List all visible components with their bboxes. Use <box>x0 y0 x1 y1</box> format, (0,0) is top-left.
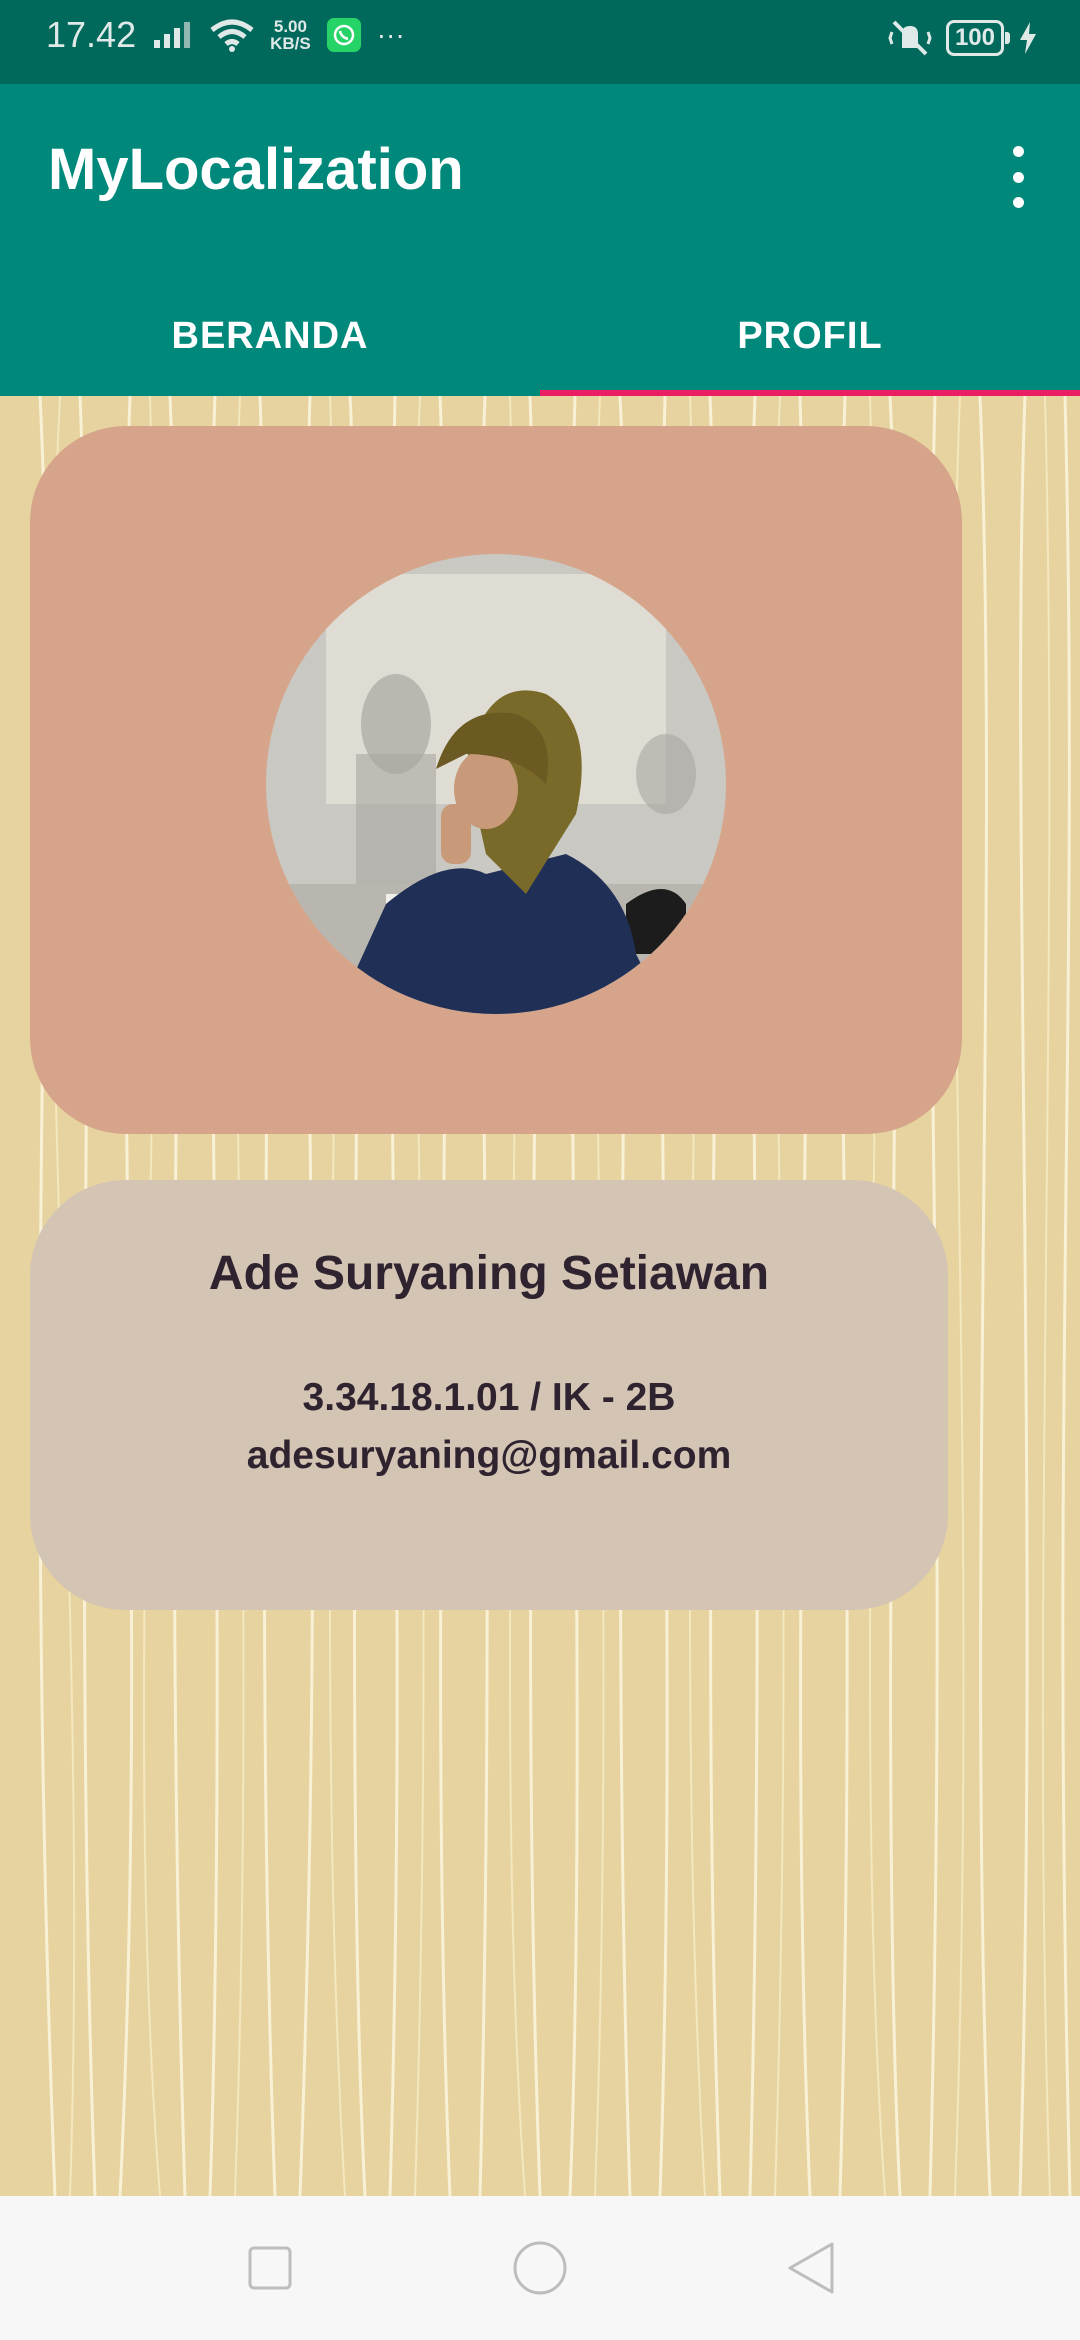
profile-info-card: Ade Suryaning Setiawan 3.34.18.1.01 / IK… <box>30 1180 948 1610</box>
tab-bar: BERANDA PROFIL <box>0 276 1080 396</box>
profile-nim-class: 3.34.18.1.01 / IK - 2B <box>302 1376 676 1419</box>
tab-profil[interactable]: PROFIL <box>540 276 1080 396</box>
signal-icon <box>154 22 191 48</box>
status-right: 100 <box>888 18 1038 58</box>
vibrate-mute-icon <box>888 20 932 56</box>
status-bar: 17.42 5.00 KB/S ··· 100 <box>0 0 1080 84</box>
app-title: MyLocalization <box>48 137 464 202</box>
profile-name: Ade Suryaning Setiawan <box>208 1247 770 1300</box>
network-speed-unit: KB/S <box>270 34 311 53</box>
recent-apps-icon[interactable] <box>242 2240 298 2296</box>
status-time: 17.42 <box>46 14 137 55</box>
overflow-menu-icon[interactable] <box>998 142 1038 212</box>
wifi-icon <box>210 19 254 52</box>
whatsapp-icon <box>326 18 361 52</box>
status-left: 17.42 5.00 KB/S ··· <box>46 14 405 56</box>
more-notifications-icon: ··· <box>376 19 405 50</box>
network-speed-value: 5.00 <box>273 17 307 36</box>
tab-beranda[interactable]: BERANDA <box>0 276 540 396</box>
network-speed: 5.00 KB/S <box>270 18 311 52</box>
profile-photo <box>266 554 726 1014</box>
back-icon[interactable] <box>782 2240 838 2296</box>
home-icon[interactable] <box>512 2240 568 2296</box>
photo-card <box>30 426 962 1134</box>
app-bar: MyLocalization BERANDA PROFIL <box>0 84 1080 396</box>
system-nav-bar <box>0 2196 1080 2340</box>
profile-email: adesuryaning@gmail.com <box>246 1434 732 1477</box>
battery-icon: 100 <box>945 20 1011 56</box>
charging-icon <box>1020 22 1036 54</box>
profile-content: Ade Suryaning Setiawan 3.34.18.1.01 / IK… <box>0 396 1080 2196</box>
